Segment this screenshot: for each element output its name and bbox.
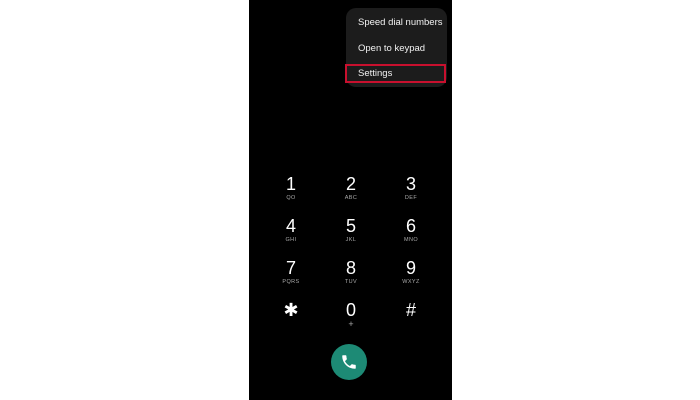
key-digit: 1 xyxy=(285,174,296,194)
key-hash[interactable]: # xyxy=(381,300,441,342)
key-letters: JKL xyxy=(345,237,357,243)
key-letters: MNO xyxy=(403,237,419,243)
call-button[interactable] xyxy=(331,344,367,380)
key-0[interactable]: 0 + xyxy=(321,300,381,342)
key-4[interactable]: 4 GHI xyxy=(261,216,321,258)
key-digit: 4 xyxy=(285,216,296,236)
key-letters: GHI xyxy=(285,237,297,243)
key-digit: 5 xyxy=(345,216,356,236)
page: Speed dial numbers Open to keypad Settin… xyxy=(0,0,700,400)
key-letters: DEF xyxy=(404,195,418,201)
dial-keypad: 1 QO 2 ABC 3 DEF 4 GHI 5 JKL 6 MNO 7 PQR… xyxy=(261,174,441,342)
key-8[interactable]: 8 TUV xyxy=(321,258,381,300)
key-digit: 2 xyxy=(345,174,356,194)
key-5[interactable]: 5 JKL xyxy=(321,216,381,258)
key-digit: 9 xyxy=(405,258,416,278)
key-7[interactable]: 7 PQRS xyxy=(261,258,321,300)
key-letters: TUV xyxy=(344,279,358,285)
key-letters: QO xyxy=(286,195,296,201)
phone-icon xyxy=(342,355,356,369)
key-9[interactable]: 9 WXYZ xyxy=(381,258,441,300)
key-star[interactable]: ✱ xyxy=(261,300,321,342)
menu-item-settings[interactable]: Settings xyxy=(358,68,392,80)
key-digit: 8 xyxy=(345,258,356,278)
key-6[interactable]: 6 MNO xyxy=(381,216,441,258)
menu-item-speed-dial-numbers[interactable]: Speed dial numbers xyxy=(358,17,443,29)
key-letters: PQRS xyxy=(282,279,300,285)
key-digit: # xyxy=(405,300,416,320)
key-digit: 3 xyxy=(405,174,416,194)
key-digit: 0 xyxy=(345,300,356,320)
overflow-menu: Speed dial numbers Open to keypad Settin… xyxy=(346,8,447,87)
key-digit: ✱ xyxy=(283,300,299,320)
key-digit: 6 xyxy=(405,216,416,236)
key-letters: ABC xyxy=(344,195,358,201)
key-3[interactable]: 3 DEF xyxy=(381,174,441,216)
key-2[interactable]: 2 ABC xyxy=(321,174,381,216)
key-letters: + xyxy=(348,319,354,329)
key-1[interactable]: 1 QO xyxy=(261,174,321,216)
key-digit: 7 xyxy=(285,258,296,278)
phone-screen: Speed dial numbers Open to keypad Settin… xyxy=(249,0,452,400)
menu-item-open-to-keypad[interactable]: Open to keypad xyxy=(358,43,425,55)
key-letters: WXYZ xyxy=(402,279,420,285)
